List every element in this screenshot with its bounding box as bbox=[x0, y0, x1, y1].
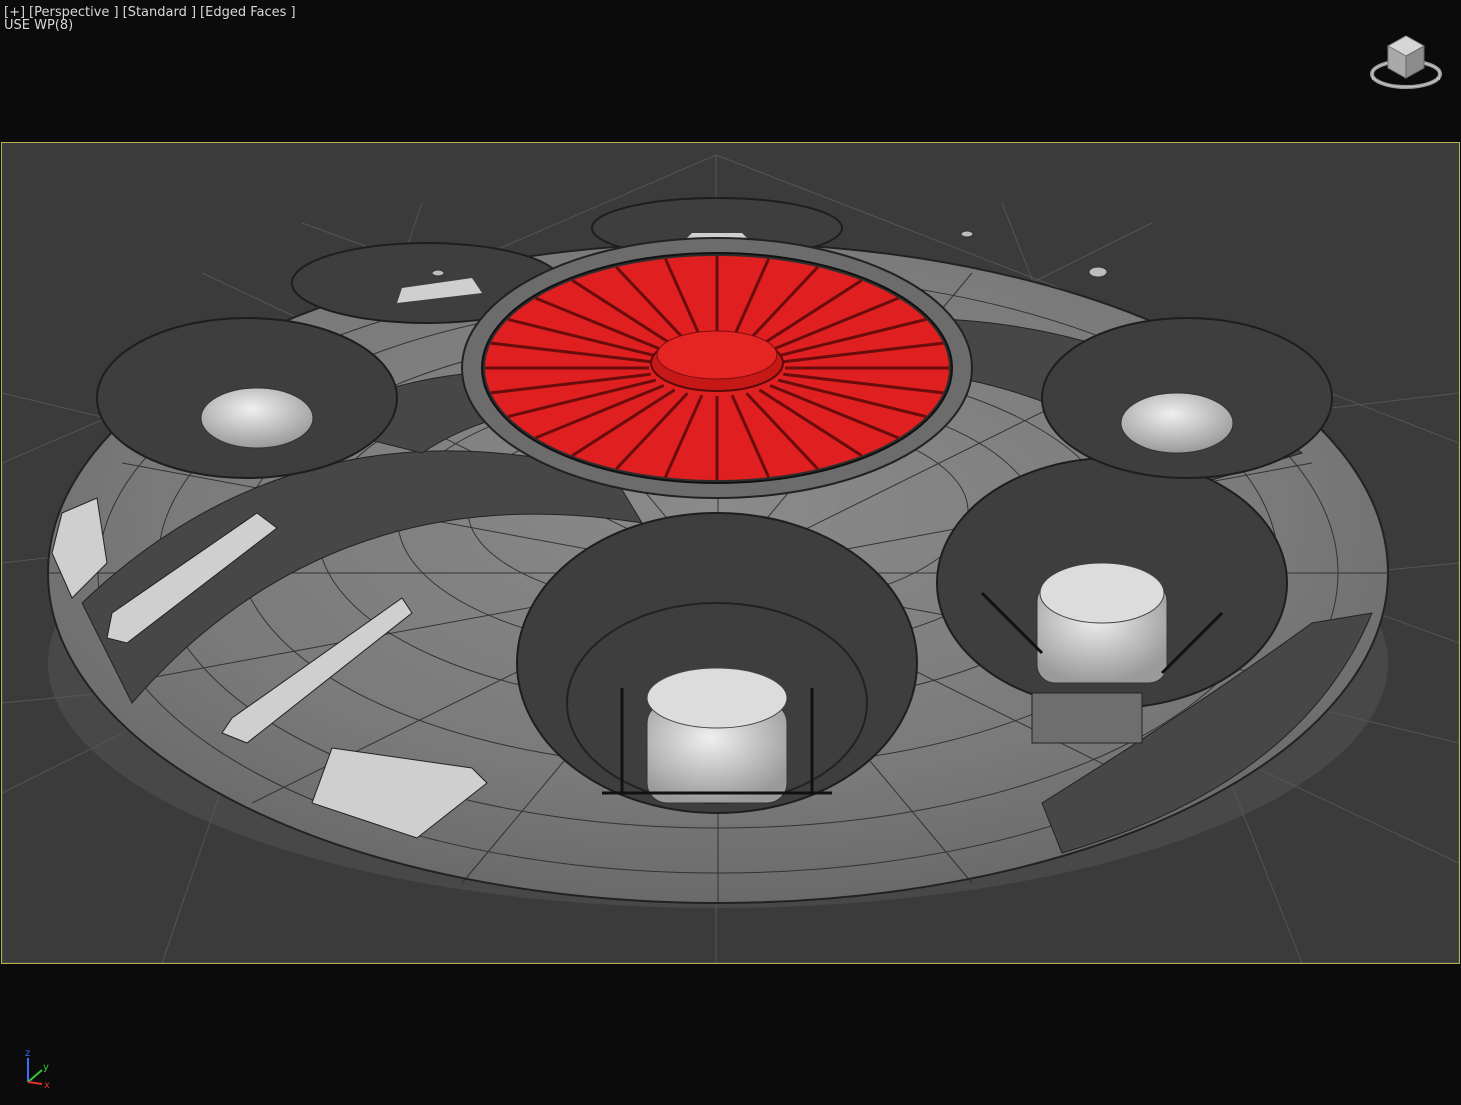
engine-bay-front bbox=[516, 512, 918, 814]
viewcube-icon[interactable] bbox=[1366, 30, 1446, 94]
axis-y-label: y bbox=[43, 1062, 49, 1073]
engine-bay-left bbox=[96, 317, 398, 479]
scene-render bbox=[2, 154, 1459, 963]
central-fan bbox=[461, 237, 973, 499]
axis-z-label: z bbox=[25, 1048, 30, 1059]
viewport-safe-frame[interactable] bbox=[1, 142, 1460, 964]
viewport-statistics: USE WP(8) bbox=[4, 18, 74, 33]
axis-tripod-icon: z y x bbox=[25, 1048, 50, 1091]
viewport-label-menu: [+] [Perspective ] [Standard ] [Edged Fa… bbox=[4, 6, 296, 32]
viewport-shading-menu[interactable]: [Standard ] bbox=[123, 6, 196, 19]
axis-x-label: x bbox=[44, 1080, 50, 1091]
saucer-model bbox=[47, 197, 1389, 908]
viewport-edged-faces-menu[interactable]: [Edged Faces ] bbox=[200, 6, 296, 19]
engine-bay-right-rear bbox=[1041, 317, 1333, 479]
